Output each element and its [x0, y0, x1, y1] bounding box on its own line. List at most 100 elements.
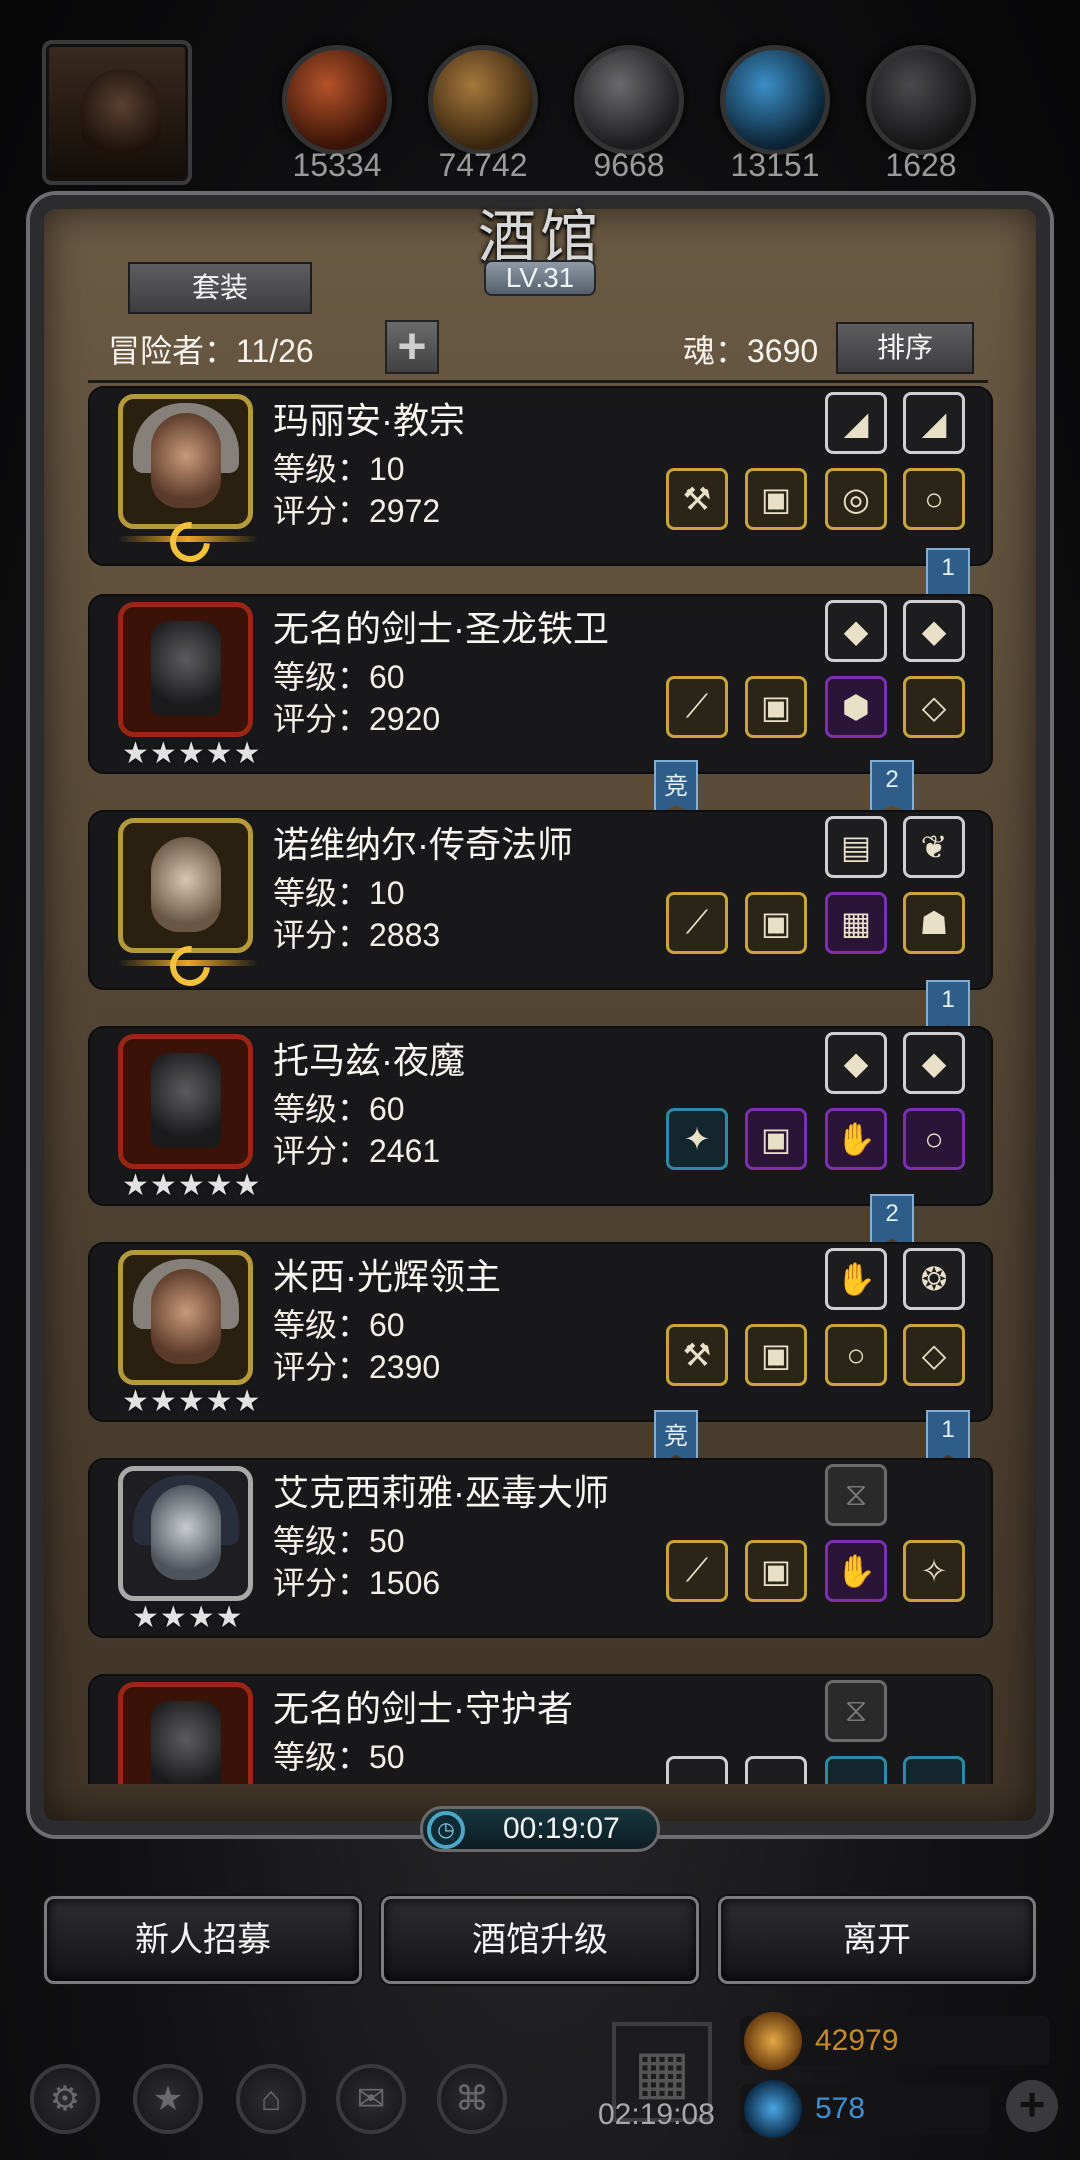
gem-icon[interactable]: ◆	[825, 600, 887, 662]
hero-portrait	[118, 394, 253, 529]
chest-icon[interactable]: ▦	[825, 892, 887, 954]
recruit-button[interactable]: 新人招募	[44, 1896, 362, 1984]
meat-icon	[282, 45, 392, 155]
hero-name: 诺维纳尔·传奇法师	[273, 824, 573, 865]
map-icon[interactable]: ⌘	[437, 2064, 507, 2134]
mask-icon[interactable]: ☗	[903, 892, 965, 954]
divider	[88, 380, 988, 383]
resource-crystal[interactable]: 13151	[720, 45, 830, 184]
upgrade-tavern-button[interactable]: 酒馆升级	[381, 1896, 699, 1984]
star-rating: ★★★★★	[122, 1385, 262, 1418]
add-currency-button[interactable]: +	[1006, 2080, 1058, 2132]
skill-knife-icon[interactable]: ◢	[825, 392, 887, 454]
ring-icon[interactable]: ○	[825, 1324, 887, 1386]
feather-icon[interactable]: ❦	[903, 816, 965, 878]
add-adventurer-button[interactable]: +	[385, 320, 439, 374]
staff-icon[interactable]: ⟋	[666, 892, 728, 954]
face	[151, 413, 221, 508]
star-rating: ★★★★★	[122, 737, 262, 770]
helmet	[151, 621, 221, 716]
dagger-icon[interactable]: ✦	[666, 1108, 728, 1170]
armor-icon[interactable]: ▣	[745, 468, 807, 530]
hero-portrait	[118, 1466, 253, 1601]
ore-icon	[866, 45, 976, 155]
gauntlet-icon[interactable]: ✋	[825, 1248, 887, 1310]
hero-portrait	[118, 1682, 253, 1784]
clock-icon: ◷	[427, 1811, 465, 1849]
staff-icon[interactable]: ⟋	[666, 1540, 728, 1602]
hero-portrait	[118, 602, 253, 737]
weapon-icon[interactable]	[666, 1756, 728, 1784]
scroll-icon[interactable]: ▤	[825, 816, 887, 878]
rank-ribbon: 2	[870, 760, 914, 816]
hero-card[interactable]: ★★★★★ 米西·光辉领主 等级：60 评分：2390 ✋ ❂ ⚒ ▣ ○ ◇	[88, 1242, 993, 1422]
mail-icon[interactable]: ✉	[336, 2064, 406, 2134]
amulet-icon[interactable]: ◎	[825, 468, 887, 530]
skill-knife-icon[interactable]: ◢	[903, 392, 965, 454]
armor-icon[interactable]	[745, 1756, 807, 1784]
hourglass-icon[interactable]: ⧖	[825, 1464, 887, 1526]
gem-icon[interactable]: ◆	[825, 1032, 887, 1094]
charm-icon[interactable]: ◇	[903, 676, 965, 738]
hero-card[interactable]: ★★★★★ 托马兹·夜魔 等级：60 评分：2461 ◆ ◆ ✦ ▣ ✋ ○	[88, 1026, 993, 1206]
resource-value: 15334	[292, 147, 382, 183]
shell-icon[interactable]: ❂	[903, 1248, 965, 1310]
leave-button[interactable]: 离开	[718, 1896, 1036, 1984]
refresh-timer: ◷ 00:19:07	[420, 1806, 660, 1852]
gem-icon[interactable]: ◆	[903, 600, 965, 662]
ring-icon[interactable]: ○	[903, 1108, 965, 1170]
amulet-icon[interactable]: ✧	[903, 1540, 965, 1602]
player-avatar[interactable]	[42, 40, 192, 185]
sword-icon[interactable]: ⟋	[666, 676, 728, 738]
gem-counter: 578	[740, 2080, 990, 2138]
hero-card[interactable]: 无名的剑士·守护者 等级：50 ⧖	[88, 1674, 993, 1784]
accessory-icon[interactable]	[903, 1756, 965, 1784]
shield-icon[interactable]: ⬢	[825, 676, 887, 738]
gear-icon[interactable]: ⚙	[30, 2064, 100, 2134]
resource-ore[interactable]: 1628	[866, 45, 976, 184]
tavern-icon[interactable]: ⌂	[236, 2064, 306, 2134]
crystal-icon	[720, 45, 830, 155]
armor-icon[interactable]: ▣	[745, 1540, 807, 1602]
charm-icon[interactable]: ◇	[903, 1324, 965, 1386]
hero-name: 玛丽安·教宗	[273, 400, 465, 441]
accessory-icon[interactable]	[825, 1756, 887, 1784]
resource-wood[interactable]: 74742	[428, 45, 538, 184]
avatar-face	[81, 69, 161, 159]
hood	[151, 1053, 221, 1148]
hammer-icon[interactable]: ⚒	[666, 1324, 728, 1386]
star-rating: ★★★★	[132, 1601, 244, 1634]
hero-portrait	[118, 1034, 253, 1169]
gold-value: 42979	[815, 2024, 899, 2057]
armor-icon[interactable]: ▣	[745, 1324, 807, 1386]
gauntlet-icon[interactable]: ✋	[825, 1108, 887, 1170]
resource-meat[interactable]: 15334	[282, 45, 392, 184]
face	[151, 1269, 221, 1364]
resource-iron[interactable]: 9668	[574, 45, 684, 184]
armor-icon[interactable]: ▣	[745, 1108, 807, 1170]
hero-card[interactable]: 诺维纳尔·传奇法师 等级：10 评分：2883 ▤ ❦ ⟋ ▣ ▦ ☗	[88, 810, 993, 995]
hero-list[interactable]: 玛丽安·教宗 等级：10 评分：2972 ◢ ◢ ⚒ ▣ ◎ ○ 1 ★★★★★…	[88, 386, 993, 1784]
hourglass-icon[interactable]: ⧖	[825, 1680, 887, 1742]
sort-button[interactable]: 排序	[836, 322, 974, 374]
set-button[interactable]: 套装	[128, 262, 312, 314]
gauntlet-icon[interactable]: ✋	[825, 1540, 887, 1602]
hammer-icon[interactable]: ⚒	[666, 468, 728, 530]
star-icon[interactable]: ★	[133, 2064, 203, 2134]
hero-card[interactable]: 玛丽安·教宗 等级：10 评分：2972 ◢ ◢ ⚒ ▣ ◎ ○	[88, 386, 993, 571]
hero-level: 等级：50	[273, 1739, 405, 1775]
gem-value: 578	[815, 2092, 866, 2125]
ring-icon[interactable]: ○	[903, 468, 965, 530]
hero-score: 评分：2883	[273, 917, 441, 953]
gift-timer: 02:19:08	[598, 2098, 715, 2131]
star-rating: ★★★★★	[122, 1169, 262, 1202]
hero-card[interactable]: ★★★★ 艾克西莉雅·巫毒大师 等级：50 评分：1506 ⧖ ⟋ ▣ ✋ ✧	[88, 1458, 993, 1638]
hero-name: 无名的剑士·守护者	[273, 1688, 573, 1729]
hero-card[interactable]: ★★★★★ 无名的剑士·圣龙铁卫 等级：60 评分：2920 ◆ ◆ ⟋ ▣ ⬢…	[88, 594, 993, 774]
gem-icon[interactable]: ◆	[903, 1032, 965, 1094]
armor-icon[interactable]: ▣	[745, 892, 807, 954]
hero-level: 等级：10	[273, 451, 405, 487]
armor-icon[interactable]: ▣	[745, 676, 807, 738]
hero-level: 等级：60	[273, 659, 405, 695]
hero-name: 无名的剑士·圣龙铁卫	[273, 608, 609, 649]
